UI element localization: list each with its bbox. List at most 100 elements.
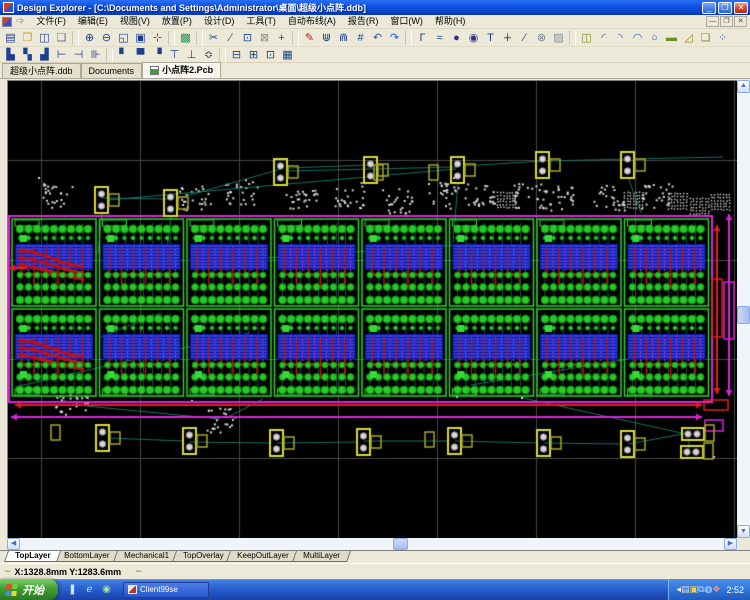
menu-item-3[interactable]: 放置(P) [156,16,198,26]
component-browse-icon[interactable]: ⋓ [318,30,335,45]
menu-item-9[interactable]: 帮助(H) [429,16,472,26]
zoom-document-icon[interactable]: ▣ [132,30,149,45]
start-button[interactable]: 开始 [0,579,58,600]
pcb-editor-canvas[interactable] [7,80,738,539]
room-icon[interactable]: ◫ [578,30,595,45]
move-icon[interactable]: + [273,30,290,45]
grid-icon[interactable]: # [352,30,369,45]
align-middle-icon[interactable]: ▀ [132,47,149,62]
circle-icon[interactable]: ○ [646,30,663,45]
doc-tab-2[interactable]: 小点阵2.Pcb [142,62,221,78]
update-tray-icon[interactable]: ▣ [690,584,699,594]
open-icon[interactable]: ❒ [19,30,36,45]
place-via-icon[interactable]: ◉ [465,30,482,45]
menu-item-2[interactable]: 视图(V) [114,16,156,26]
decrease-h-spacing-icon[interactable]: ⊪ [87,47,104,62]
place-pad-icon[interactable]: ● [448,30,465,45]
arc-center-icon[interactable]: ◜ [595,30,612,45]
design-manager-arrow-icon[interactable]: ➩ [16,16,24,27]
place-coordinate-icon[interactable]: ∔ [499,30,516,45]
menu-item-1[interactable]: 编辑(E) [72,16,114,26]
cut-icon[interactable]: ✂ [205,30,222,45]
horizontal-scroll-thumb[interactable] [393,538,408,550]
scroll-right-button[interactable]: ▶ [724,538,737,550]
menu-item-5[interactable]: 工具(T) [240,16,282,26]
vertical-scroll-thumb[interactable] [737,306,750,324]
deselect-icon[interactable]: ⊠ [256,30,273,45]
layer-tab-topoverlay[interactable]: TopOverlay [172,551,234,562]
scroll-left-button[interactable]: ◀ [7,538,20,550]
menu-item-6[interactable]: 自动布线(A) [282,16,342,26]
align-center-h-icon[interactable]: ▚ [19,47,36,62]
place-string-icon[interactable]: T [482,30,499,45]
align-bottom-icon[interactable]: ▝ [149,47,166,62]
arc-edge-icon[interactable]: ◝ [612,30,629,45]
select-area-icon[interactable]: ⊡ [239,30,256,45]
net-browse-icon[interactable]: ⋒ [335,30,352,45]
menu-item-8[interactable]: 窗口(W) [384,16,429,26]
minimize-button[interactable]: _ [702,2,716,14]
close-button[interactable]: ✕ [734,2,748,14]
taskbar-app-button[interactable]: Client99se [123,582,209,598]
place-hatch-icon[interactable]: ▨ [550,30,567,45]
array-place-icon[interactable]: ⁘ [714,30,731,45]
zoom-point-icon[interactable]: ⊹ [149,30,166,45]
mdi-restore-button[interactable]: ❐ [720,16,733,27]
mdi-minimize-button[interactable]: — [706,16,719,27]
toolbar-separator [405,31,412,45]
place-dimension-icon[interactable]: ⁄ [516,30,533,45]
slice-icon[interactable]: ∕ [222,30,239,45]
paste-array-icon[interactable]: ❏ [697,30,714,45]
doc-tab-1[interactable]: Documents [81,63,143,78]
horizontal-scrollbar[interactable]: ◀ ▶ [7,538,737,550]
desktop-icon[interactable]: ❚ [66,583,79,596]
layer-tab-multilayer[interactable]: MultiLayer [292,551,351,562]
align-top-icon[interactable]: ▘ [115,47,132,62]
zoom-out-icon[interactable]: ⊖ [98,30,115,45]
save-icon[interactable]: ◫ [36,30,53,45]
restore-button[interactable]: ❐ [718,2,732,14]
menu-item-4[interactable]: 设计(D) [198,16,241,26]
layer-tab-keepoutlayer[interactable]: KeepOutLayer [226,551,300,562]
layer-tab-bottomlayer[interactable]: BottomLayer [53,551,120,562]
doc-tab-0[interactable]: 超级小点阵.ddb [2,63,81,78]
increase-v-spacing-icon[interactable]: ⊥ [183,47,200,62]
mdi-close-button[interactable]: ✕ [734,16,747,27]
explorer-panels-icon[interactable]: ▤ [2,30,19,45]
print-icon[interactable]: ❑ [53,30,70,45]
printer-tray-icon[interactable]: ▤ [681,584,690,594]
placement-grid-icon[interactable]: ▦ [279,47,296,62]
increase-h-spacing-icon[interactable]: ⊣ [70,47,87,62]
ie-icon[interactable]: ℯ [83,583,96,596]
polygon-icon[interactable]: ◿ [680,30,697,45]
layer-tab-mechanical1[interactable]: Mechanical1 [113,551,180,562]
undo-icon[interactable]: ↶ [369,30,386,45]
highlight-pen-icon[interactable]: ✎ [301,30,318,45]
bitmap-icon[interactable]: ▩ [177,30,194,45]
place-arc-track-icon[interactable]: ≈ [431,30,448,45]
arrange-in-room-icon[interactable]: ⊞ [245,47,262,62]
menu-item-0[interactable]: 文件(F) [30,16,72,26]
scroll-down-button[interactable]: ▼ [737,525,750,538]
align-right-icon[interactable]: ▟ [36,47,53,62]
arrange-components-icon[interactable]: ⊟ [228,47,245,62]
zoom-window-icon[interactable]: ◱ [115,30,132,45]
space-equal-h-icon[interactable]: ⊢ [53,47,70,62]
place-fill-icon[interactable]: ⊗ [533,30,550,45]
player-icon[interactable]: ◉ [100,583,113,596]
redo-icon[interactable]: ↷ [386,30,403,45]
title-bar[interactable]: Design Explorer - [C:\Documents and Sett… [0,0,750,15]
arc-any-icon[interactable]: ◠ [629,30,646,45]
menu-item-7[interactable]: 报告(R) [342,16,385,26]
arrange-outside-icon[interactable]: ⊡ [262,47,279,62]
align-left-icon[interactable]: ▙ [2,47,19,62]
decrease-v-spacing-icon[interactable]: ≎ [200,47,217,62]
place-track-icon[interactable]: Γ [414,30,431,45]
vertical-scrollbar[interactable]: ▲ ▼ [737,80,750,538]
scroll-up-button[interactable]: ▲ [737,80,750,93]
security-tray-icon[interactable]: ❖ [712,584,720,594]
zoom-in-icon[interactable]: ⊕ [81,30,98,45]
rect-fill-icon[interactable]: ▬ [663,30,680,45]
space-equal-v-icon[interactable]: ⊤ [166,47,183,62]
layer-tab-toplayer[interactable]: TopLayer [4,551,61,562]
